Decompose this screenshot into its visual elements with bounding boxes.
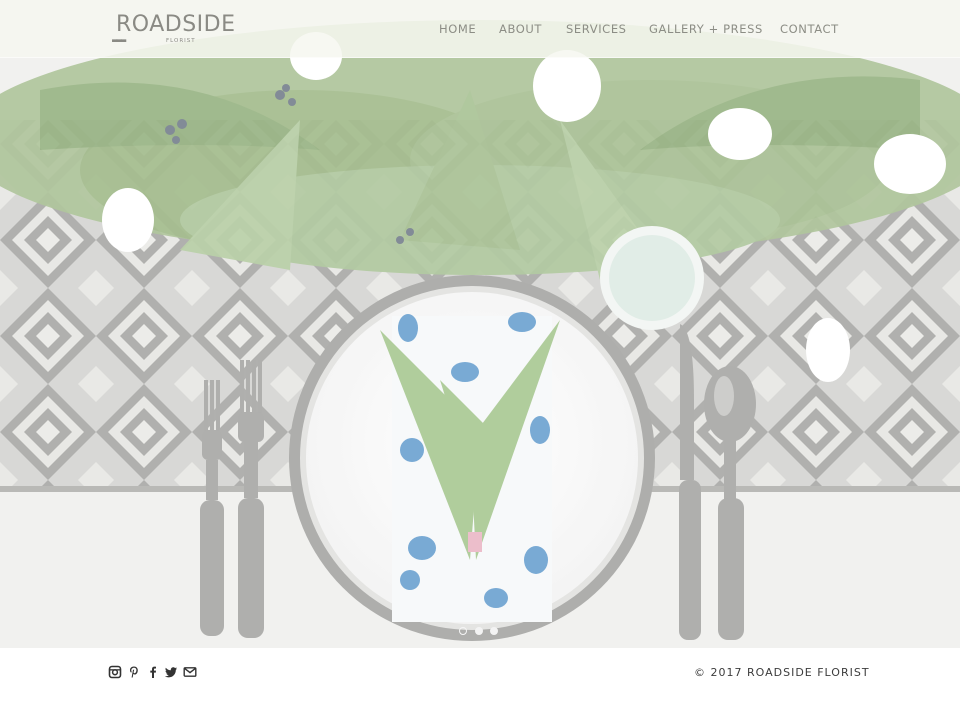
logo-tagline: FLORIST	[166, 38, 196, 44]
hero-slider[interactable]	[0, 0, 960, 648]
slider-pagination	[459, 627, 503, 637]
email-icon[interactable]	[183, 665, 197, 679]
nav-item-gallery-press[interactable]: GALLERY + PRESS	[649, 22, 763, 36]
slider-dot-1[interactable]	[459, 627, 467, 635]
site-header: ROADSIDE ▬▬▬ FLORIST HOME ABOUT SERVICES…	[0, 0, 960, 58]
nav-item-about[interactable]: ABOUT	[499, 22, 542, 36]
main-nav: HOME ABOUT SERVICES GALLERY + PRESS CONT…	[0, 22, 960, 38]
copyright-text: © 2017 ROADSIDE FLORIST	[694, 666, 870, 679]
nav-item-contact[interactable]: CONTACT	[780, 22, 839, 36]
slider-dot-3[interactable]	[490, 627, 498, 635]
instagram-icon[interactable]	[108, 665, 122, 679]
facebook-icon[interactable]	[146, 665, 160, 679]
slider-dot-2[interactable]	[475, 627, 483, 635]
nav-item-services[interactable]: SERVICES	[566, 22, 627, 36]
pinterest-icon[interactable]	[127, 665, 141, 679]
hero-image	[0, 0, 960, 648]
nav-item-home[interactable]: HOME	[439, 22, 476, 36]
site-footer: © 2017 ROADSIDE FLORIST	[0, 648, 960, 720]
twitter-icon[interactable]	[164, 665, 178, 679]
